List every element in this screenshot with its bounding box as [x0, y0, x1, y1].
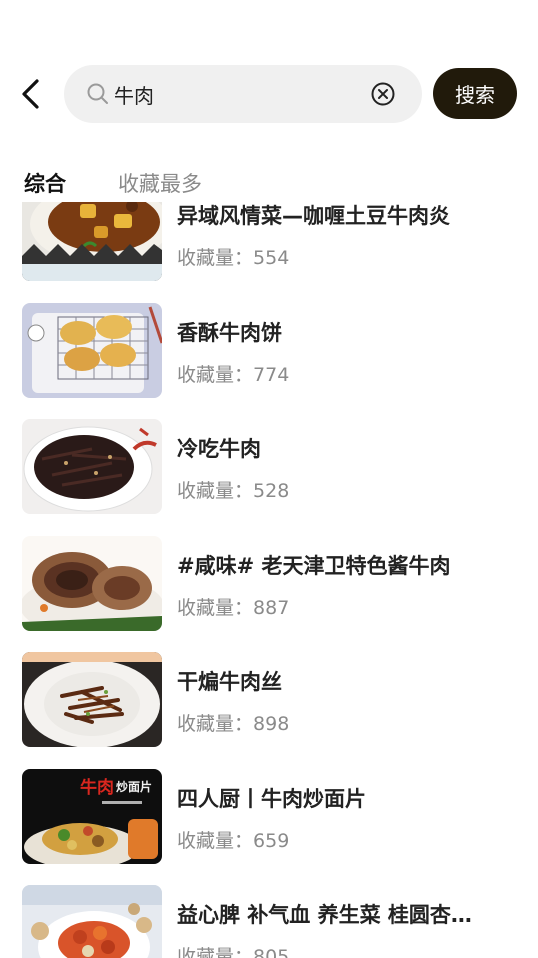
clear-icon[interactable] [370, 81, 396, 107]
list-item[interactable]: 异域风情菜—咖喱土豆牛肉炎 收藏量：554 [0, 202, 538, 293]
favorite-count: 收藏量：528 [177, 480, 290, 502]
search-header: 搜索 [0, 64, 538, 124]
list-item[interactable]: 香酥牛肉饼 收藏量：774 [0, 293, 538, 410]
list-item[interactable]: 冷吃牛肉 收藏量：528 [0, 409, 538, 526]
favorite-count: 收藏量：659 [177, 829, 290, 852]
tab-comprehensive[interactable]: 综合 [24, 168, 66, 198]
tab-bar: 综合 收藏最多 [0, 162, 538, 202]
recipe-title: 益心脾 补气血 养生菜 桂圆杏… [177, 903, 472, 927]
list-item[interactable]: 牛肉 炒面片 四人厨丨牛肉炒面片 收藏量：659 [0, 759, 538, 876]
result-list[interactable]: 异域风情菜—咖喱土豆牛肉炎 收藏量：554 香酥牛肉饼 收藏量：774 冷吃牛肉… [0, 202, 538, 958]
list-item[interactable]: 干煸牛肉丝 收藏量：898 [0, 642, 538, 759]
recipe-thumbnail [22, 535, 162, 631]
chevron-left-icon [22, 79, 39, 109]
list-item[interactable]: 益心脾 补气血 养生菜 桂圆杏… 收藏量：805 [0, 875, 538, 958]
recipe-thumbnail [22, 302, 162, 398]
search-box[interactable] [64, 65, 422, 123]
recipe-title: 四人厨丨牛肉炒面片 [177, 786, 366, 811]
recipe-title: 香酥牛肉饼 [177, 320, 282, 345]
list-item[interactable]: #咸味# 老天津卫特色酱牛肉 收藏量：887 [0, 526, 538, 643]
thumbnail-caption: 牛肉 [80, 777, 114, 798]
favorite-count: 收藏量：774 [177, 363, 290, 386]
favorite-count: 收藏量：898 [177, 713, 290, 735]
recipe-title: 干煸牛肉丝 [177, 670, 282, 694]
back-button[interactable] [14, 76, 48, 112]
favorite-count: 收藏量：887 [177, 596, 290, 619]
recipe-thumbnail [22, 652, 162, 747]
tab-most-favorited[interactable]: 收藏最多 [118, 168, 202, 198]
recipe-thumbnail: 牛肉 炒面片 [22, 768, 162, 864]
search-button[interactable]: 搜索 [433, 68, 517, 119]
search-icon [87, 83, 108, 104]
search-input[interactable] [114, 75, 364, 113]
recipe-thumbnail [22, 419, 162, 514]
recipe-title: 异域风情菜—咖喱土豆牛肉炎 [177, 204, 450, 228]
recipe-title: 冷吃牛肉 [177, 437, 261, 461]
recipe-title: #咸味# 老天津卫特色酱牛肉 [177, 553, 451, 578]
thumbnail-caption-2: 炒面片 [116, 779, 152, 794]
favorite-count: 收藏量：554 [177, 247, 290, 269]
favorite-count: 收藏量：805 [177, 946, 290, 958]
recipe-thumbnail [22, 202, 162, 281]
recipe-thumbnail [22, 885, 162, 958]
